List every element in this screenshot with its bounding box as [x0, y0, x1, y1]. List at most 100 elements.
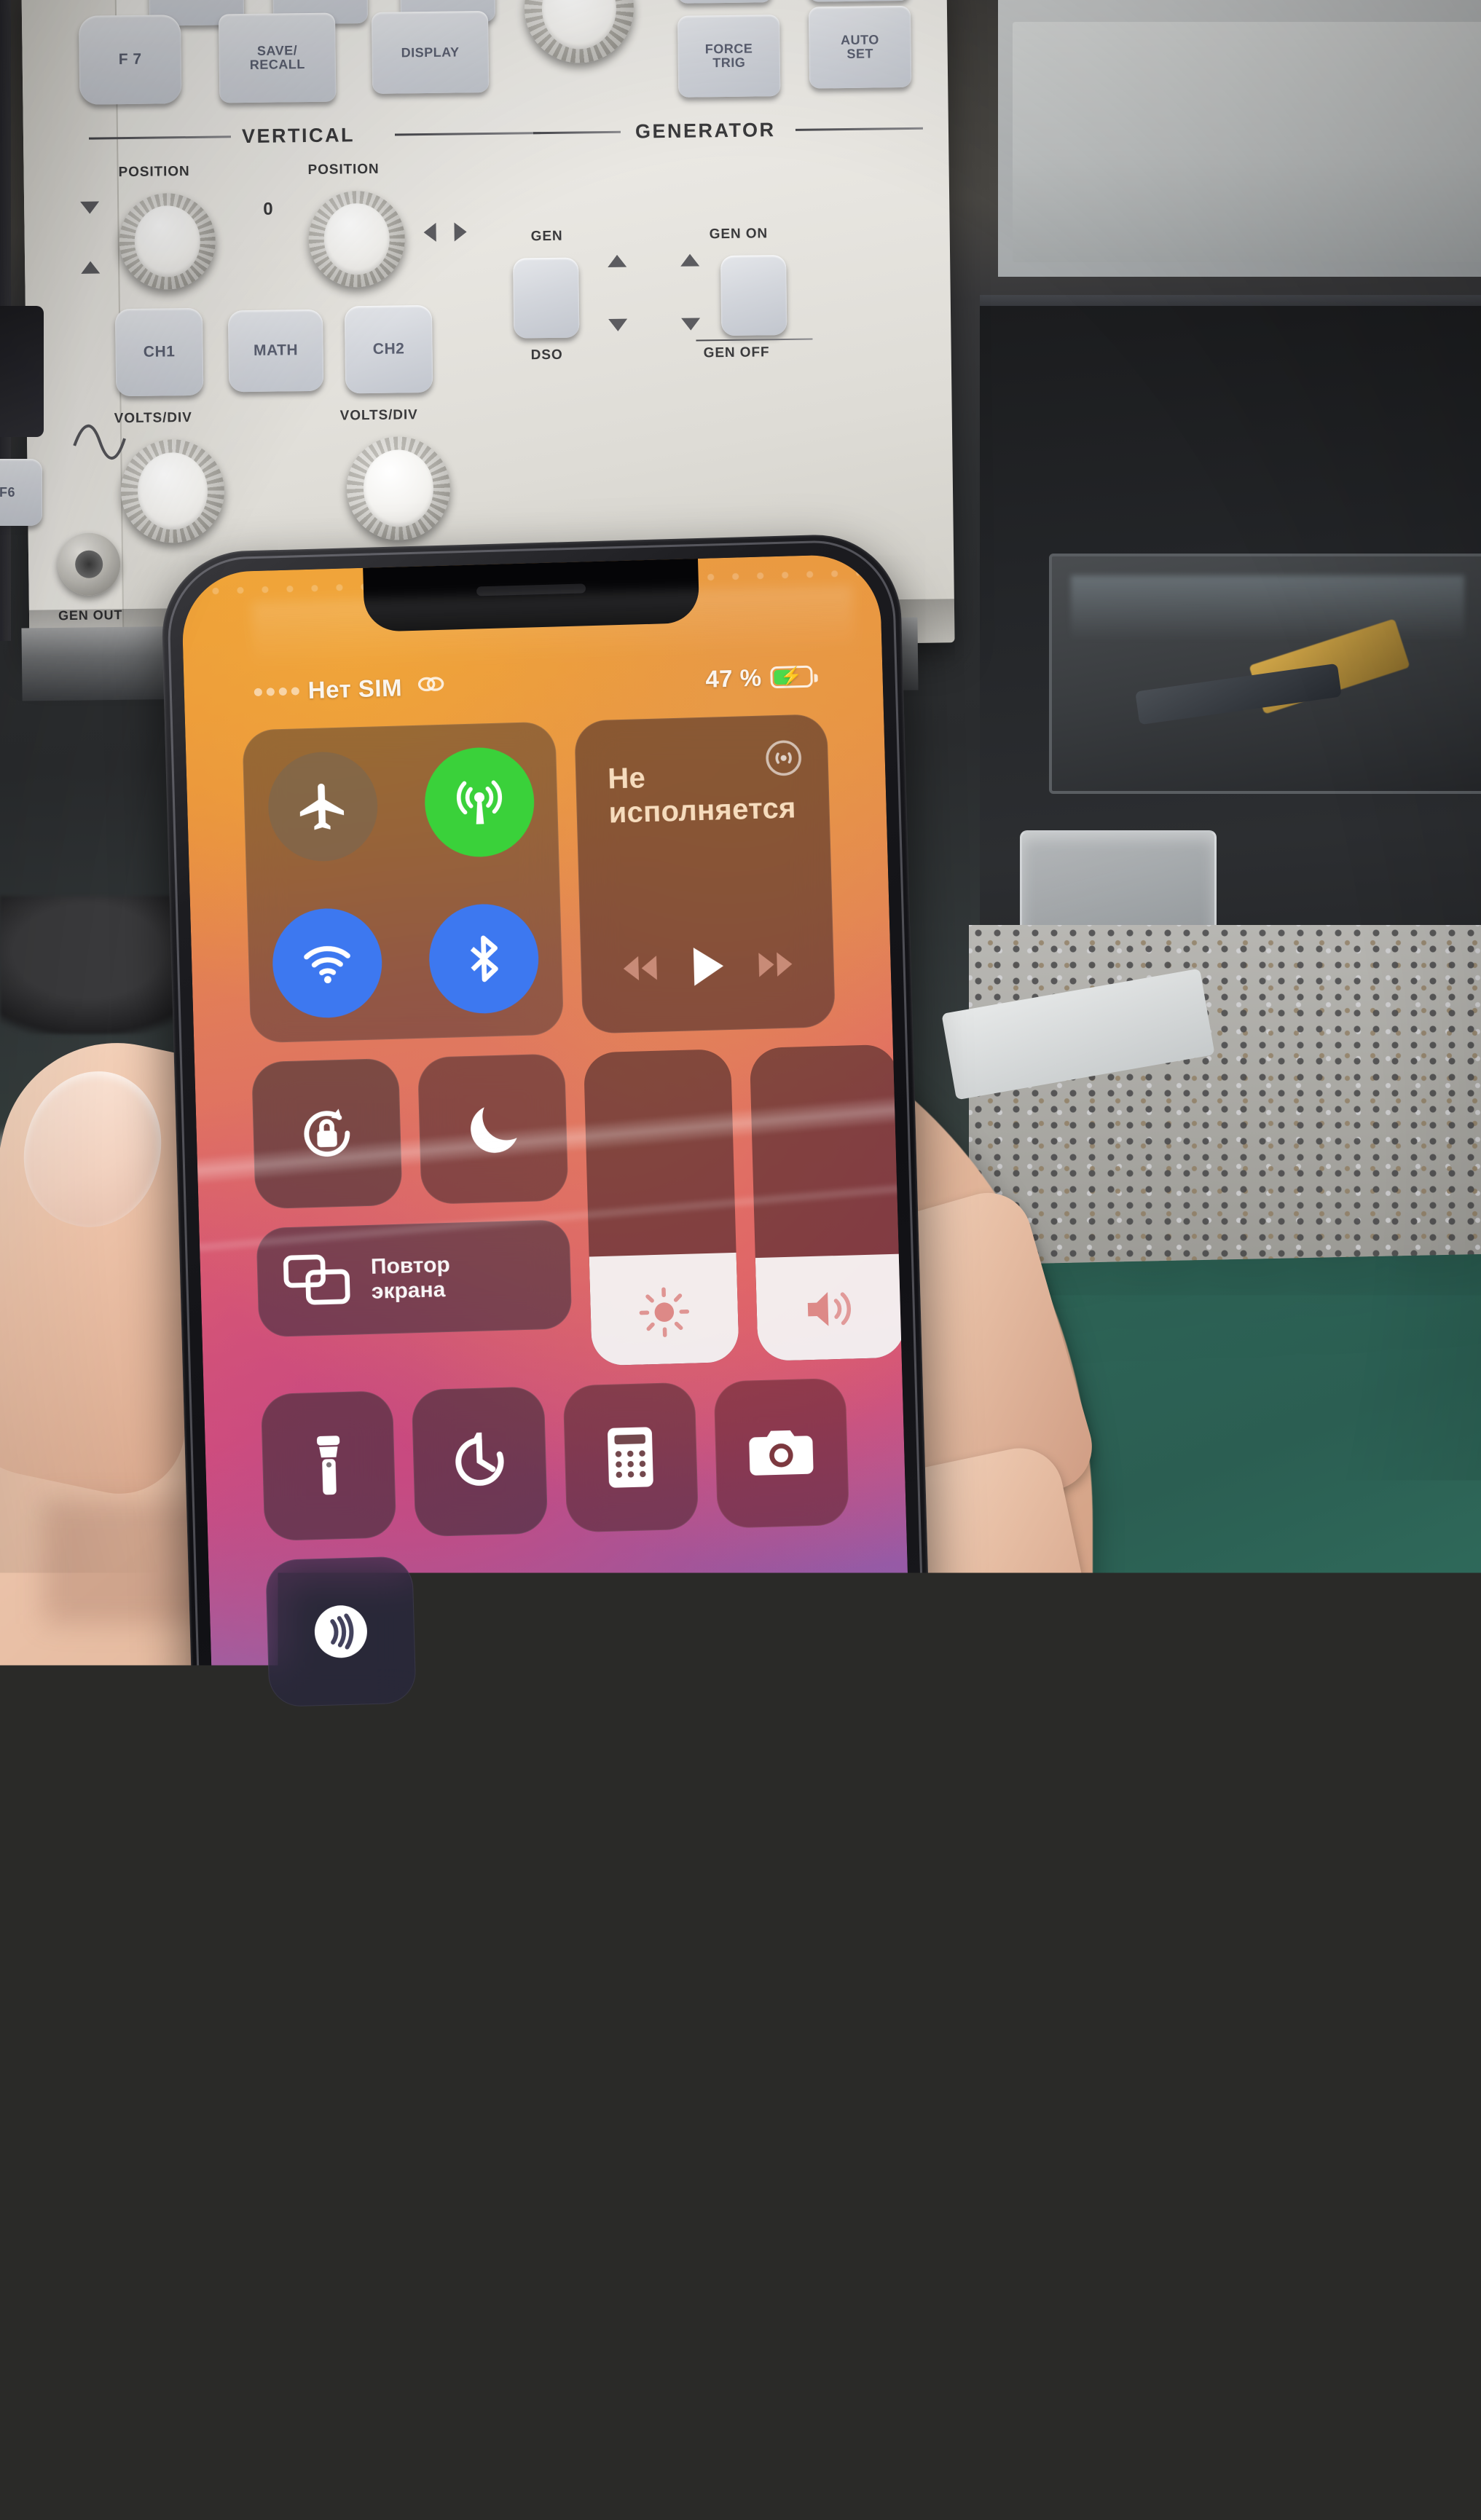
scope-position-knob-ch1[interactable] — [119, 193, 216, 291]
camera-icon — [746, 1423, 817, 1484]
scope-button-force-trig[interactable]: FORCE TRIG — [677, 15, 780, 98]
volume-slider-fill — [755, 1254, 906, 1361]
scope-button-f6[interactable]: F6 — [0, 459, 42, 526]
scope-rule-gen-off — [696, 339, 812, 342]
airplane-mode-toggle[interactable] — [267, 750, 379, 862]
scope-arrow-down-gen — [608, 319, 627, 331]
scope-button-math[interactable]: MATH — [228, 310, 323, 393]
chain-link-icon — [416, 673, 446, 701]
brightness-slider[interactable] — [584, 1049, 739, 1366]
bluetooth-toggle[interactable] — [428, 902, 540, 1015]
play-icon[interactable] — [685, 943, 729, 993]
screen-mirroring-label: Повтор экрана — [371, 1253, 452, 1304]
scope-label-position-ch2: POSITION — [307, 162, 379, 178]
cc-row-4 — [265, 1544, 854, 1707]
phone-screen[interactable]: Нет SIM 47 % ⚡ Не исполняется Повтор экр… — [181, 554, 922, 2134]
shelf-top-inner — [1013, 22, 1481, 262]
airplane-icon — [294, 778, 351, 835]
cc-row-2: Повтор экрана — [251, 1046, 845, 1375]
signal-dots-icon — [254, 687, 299, 696]
camera-shortcut[interactable] — [713, 1378, 849, 1529]
media-widget[interactable]: Не исполняется — [574, 714, 836, 1034]
scope-rule-generator-left — [533, 131, 621, 134]
scope-arrow-right — [454, 222, 466, 241]
scope-generator-knob[interactable] — [524, 0, 635, 63]
scope-arrow-down-genon — [681, 318, 700, 330]
scope-voltsdiv-knob-ch2[interactable] — [346, 436, 451, 541]
battery-charging-icon: ⚡ — [770, 666, 813, 689]
scope-arrow-up-left — [81, 261, 100, 274]
calculator-shortcut[interactable] — [562, 1382, 699, 1533]
timer-icon — [445, 1428, 514, 1497]
calculator-icon — [602, 1423, 659, 1492]
timer-shortcut[interactable] — [412, 1386, 548, 1537]
scope-arrow-up-genon — [680, 253, 699, 266]
volume-slider[interactable] — [750, 1044, 906, 1361]
battery-percent-label: 47 % — [705, 664, 762, 693]
rotation-lock-icon — [291, 1098, 364, 1170]
iphone: Нет SIM 47 % ⚡ Не исполняется Повтор экр… — [160, 532, 943, 2154]
bluetooth-icon — [455, 930, 512, 987]
wifi-toggle[interactable] — [271, 907, 383, 1019]
wifi-icon — [297, 933, 357, 993]
cc-left-stack: Повтор экрана — [251, 1053, 573, 1375]
scope-arrow-left — [423, 223, 436, 242]
workbench-scene: MENU SINGLE SEQ F 7 SAVE/ RECALL DISPLAY… — [0, 0, 1481, 2520]
scope-ground-symbol: 0 — [263, 200, 274, 220]
lightning-connector — [487, 2076, 573, 2162]
tray-sheen — [1071, 575, 1464, 641]
flashlight-icon — [299, 1432, 359, 1500]
scope-button-gen-on-off[interactable] — [720, 255, 787, 336]
hearing-icon — [305, 1596, 377, 1668]
scope-side-panel — [0, 306, 44, 437]
scope-label-gen-on: GEN ON — [710, 226, 769, 243]
scope-button-menu[interactable]: MENU — [677, 0, 772, 4]
scope-label-vertical: VERTICAL — [242, 124, 355, 148]
scope-label-voltsdiv-ch2: VOLTS/DIV — [340, 407, 418, 424]
scope-button-f7[interactable]: F 7 — [79, 15, 181, 105]
scope-button-display[interactable]: DISPLAY — [372, 11, 489, 94]
connectivity-module — [242, 722, 564, 1044]
scope-label-dso: DSO — [531, 347, 563, 364]
volume-icon — [801, 1283, 860, 1335]
toggle-row — [251, 1053, 568, 1209]
scope-button-single-seq[interactable]: SINGLE SEQ — [808, 0, 911, 2]
scope-button-auto-set[interactable]: AUTO SET — [809, 6, 911, 89]
cc-row-1: Не исполняется — [242, 714, 836, 1043]
cc-row-3 — [261, 1378, 849, 1541]
scope-button-ch1[interactable]: CH1 — [115, 308, 203, 396]
slider-row — [584, 1044, 906, 1366]
rewind-icon[interactable] — [618, 951, 661, 990]
scope-arrow-up-gen — [608, 255, 626, 267]
screen-mirroring-tile[interactable]: Повтор экрана — [256, 1219, 572, 1337]
cellular-data-toggle[interactable] — [423, 746, 535, 858]
sine-wave-icon — [71, 412, 130, 471]
screen-mirroring-icon — [281, 1251, 353, 1312]
forward-icon[interactable] — [753, 947, 796, 985]
scope-rule-generator-right — [796, 127, 923, 131]
flashlight-shortcut[interactable] — [261, 1390, 397, 1541]
rotation-lock-toggle[interactable] — [251, 1058, 403, 1210]
scope-label-generator: GENERATOR — [635, 119, 776, 143]
scope-label-gen: GEN — [531, 229, 563, 245]
scope-position-knob-ch2[interactable] — [308, 190, 406, 288]
scope-button-gen[interactable] — [513, 257, 579, 338]
scope-label-gen-off: GEN OFF — [704, 344, 770, 361]
media-controls — [581, 940, 835, 996]
control-center: Не исполняется Повтор экрана — [185, 712, 922, 2134]
scope-button-save-recall[interactable]: SAVE/ RECALL — [219, 13, 336, 103]
moon-icon — [458, 1095, 527, 1164]
do-not-disturb-toggle[interactable] — [417, 1053, 569, 1205]
brightness-icon — [637, 1285, 692, 1340]
status-bar-right: 47 % ⚡ — [705, 663, 813, 693]
status-bar-left: Нет SIM — [254, 673, 446, 706]
scope-button-ch2[interactable]: CH2 — [345, 305, 433, 393]
scope-rule-vertical-right — [395, 132, 541, 135]
status-bar: Нет SIM 47 % ⚡ — [184, 653, 883, 716]
scope-voltsdiv-knob-ch1[interactable] — [120, 438, 225, 543]
hearing-shortcut[interactable] — [265, 1556, 417, 1707]
airplay-icon[interactable] — [763, 738, 804, 778]
scope-arrow-down-left — [80, 202, 99, 214]
scope-label-position-ch1: POSITION — [118, 164, 189, 181]
carrier-label: Нет SIM — [307, 674, 402, 704]
